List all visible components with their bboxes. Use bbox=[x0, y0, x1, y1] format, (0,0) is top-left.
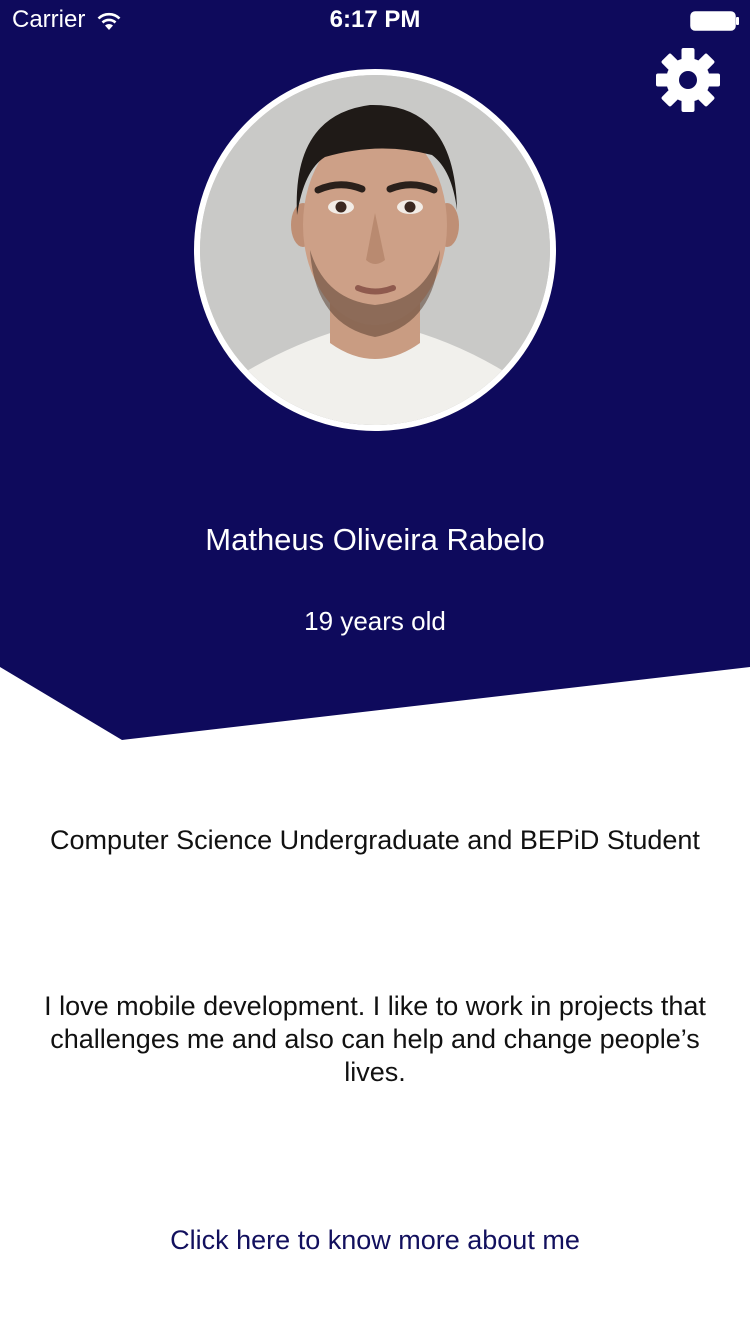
profile-name: Matheus Oliveira Rabelo bbox=[205, 522, 545, 557]
profile-title: Computer Science Undergraduate and BEPiD… bbox=[50, 825, 700, 855]
status-bar: Carrier 6:17 PM bbox=[0, 0, 750, 40]
avatar-photo bbox=[200, 75, 550, 425]
profile-bio: I love mobile development. I like to wor… bbox=[44, 991, 706, 1087]
profile-screen: Carrier 6:17 PM Matheus Oliveira Rabelo … bbox=[0, 0, 750, 1334]
know-more-link[interactable]: Click here to know more about me bbox=[0, 1222, 750, 1258]
status-time: 6:17 PM bbox=[329, 6, 421, 33]
profile-age: 19 years old bbox=[304, 606, 446, 636]
battery-icon bbox=[690, 11, 740, 31]
gear-icon bbox=[655, 47, 721, 118]
avatar bbox=[194, 69, 556, 431]
settings-button[interactable] bbox=[654, 47, 722, 118]
